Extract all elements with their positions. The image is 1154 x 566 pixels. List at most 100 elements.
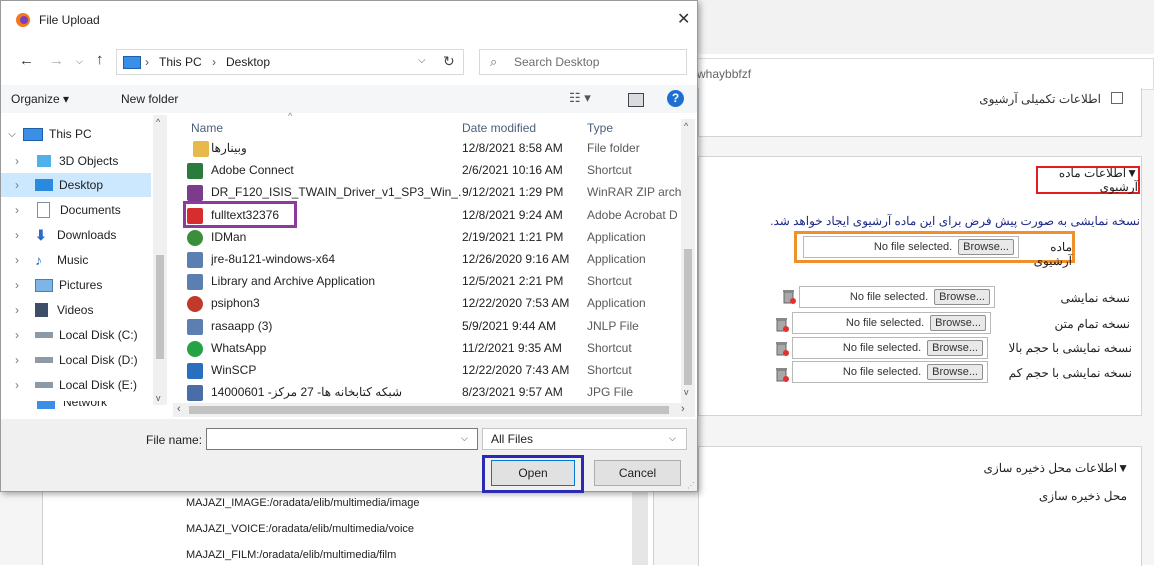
file-row[interactable]: rasaapp (3) 5/9/2021 9:44 AM JNLP File — [183, 316, 683, 338]
column-type[interactable]: Type — [587, 121, 613, 135]
archive-section-title[interactable]: ▼اطلاعات ماده آرشیوی — [1036, 166, 1140, 194]
chevron-up-icon[interactable]: ^ — [156, 117, 160, 127]
nav-scrollbar[interactable]: ^ v — [153, 115, 167, 405]
chevron-down-icon[interactable]: v — [684, 387, 689, 397]
chevron-right-icon[interactable]: › — [1, 154, 23, 168]
nav-label: Videos — [57, 303, 94, 317]
breadcrumb-this-pc[interactable]: This PC — [159, 55, 202, 69]
recent-chevron-icon[interactable]: ⌵ — [76, 56, 83, 67]
scrollbar-thumb[interactable] — [189, 406, 669, 414]
chevron-down-icon[interactable]: ⌵ — [669, 433, 676, 444]
delete-icon[interactable] — [775, 341, 789, 357]
archive-browse-button[interactable]: Browse... — [958, 239, 1014, 255]
toolbar — [1, 85, 697, 113]
display-file-input[interactable]: No file selected. Browse... — [799, 286, 995, 308]
close-icon[interactable]: ✕ — [677, 9, 690, 29]
fulltext-browse-button[interactable]: Browse... — [930, 315, 986, 331]
url-field[interactable]: whaybbfzf — [692, 58, 1154, 90]
file-name: WinSCP — [211, 363, 257, 377]
nav-label: Local Disk (D:) — [59, 353, 138, 367]
nav-item-3d-objects[interactable]: › 3D Objects — [1, 149, 151, 173]
list-item[interactable]: MAJAZI_FILM:/oradata/elib/multimedia/fil… — [186, 549, 396, 561]
chevron-down-icon[interactable]: ⌵ — [1, 129, 23, 140]
nav-item-network[interactable]: Network — [1, 401, 151, 411]
delete-icon[interactable] — [775, 367, 789, 383]
nav-item-desktop[interactable]: › Desktop — [1, 173, 151, 197]
file-row[interactable]: Adobe Connect 2/6/2021 10:16 AM Shortcut — [183, 160, 683, 182]
breadcrumb-desktop[interactable]: Desktop — [226, 55, 270, 69]
chevron-right-icon[interactable]: › — [1, 228, 23, 242]
refresh-icon[interactable]: ↻ — [443, 53, 455, 70]
chevron-right-icon[interactable]: › — [1, 178, 23, 192]
delete-icon[interactable] — [775, 317, 789, 333]
scrollbar-thumb[interactable] — [156, 255, 164, 359]
column-name[interactable]: Name — [191, 121, 223, 135]
list-item[interactable]: MAJAZI_VOICE:/oradata/elib/multimedia/vo… — [186, 523, 414, 535]
chevron-right-icon[interactable]: › — [1, 278, 23, 292]
nav-item-local-disk-e[interactable]: › Local Disk (E:) — [1, 373, 151, 397]
back-arrow-icon[interactable]: ← — [19, 52, 34, 69]
storage-list-scrollbar[interactable] — [632, 492, 648, 565]
file-row[interactable]: psiphon3 12/22/2020 7:53 AM Application — [183, 293, 683, 315]
file-row[interactable]: شبکه کتابخانه ها- 27 مرکز- 14000601 8/23/… — [183, 382, 683, 404]
open-button[interactable]: Open — [491, 460, 575, 486]
organize-button[interactable]: Organize ▾ — [11, 92, 69, 106]
nav-item-this-pc[interactable]: ⌵ This PC — [1, 122, 151, 146]
nav-item-videos[interactable]: › Videos — [1, 298, 151, 322]
storage-section-title[interactable]: ▼اطلاعات محل ذخیره سازی — [984, 461, 1130, 475]
nav-item-downloads[interactable]: › ⬇ Downloads — [1, 223, 151, 247]
file-row[interactable]: WinSCP 12/22/2020 7:43 AM Shortcut — [183, 360, 683, 382]
file-row[interactable]: WhatsApp 11/2/2021 9:35 AM Shortcut — [183, 338, 683, 360]
nav-item-documents[interactable]: › Documents — [1, 198, 151, 222]
chevron-right-icon[interactable]: › — [1, 253, 23, 267]
cancel-button[interactable]: Cancel — [594, 460, 681, 486]
high-volume-browse-button[interactable]: Browse... — [927, 340, 983, 356]
file-row[interactable]: وبینارها 12/8/2021 8:58 AM File folder — [183, 138, 683, 160]
address-bar[interactable]: › This PC › Desktop ⌵ ↻ — [116, 49, 464, 75]
chevron-right-icon[interactable]: › — [1, 303, 23, 317]
preview-pane-icon[interactable] — [628, 93, 644, 107]
column-date[interactable]: Date modified — [462, 121, 536, 135]
new-folder-button[interactable]: New folder — [121, 92, 178, 106]
low-volume-file-input[interactable]: No file selected. Browse... — [792, 361, 988, 383]
chevron-right-icon[interactable]: › — [1, 328, 23, 342]
nav-item-music[interactable]: › ♪ Music — [1, 248, 151, 272]
display-browse-button[interactable]: Browse... — [934, 289, 990, 305]
file-row[interactable]: jre-8u121-windows-x64 12/26/2020 9:16 AM A… — [183, 249, 683, 271]
search-placeholder: Search Desktop — [514, 55, 600, 69]
delete-icon[interactable] — [782, 289, 796, 305]
chevron-up-icon[interactable]: ^ — [684, 121, 688, 131]
supplementary-checkbox[interactable] — [1111, 92, 1123, 104]
chevron-right-icon[interactable]: › — [681, 403, 685, 415]
chevron-right-icon[interactable]: › — [1, 378, 23, 392]
image-file-icon — [187, 385, 203, 402]
chevron-right-icon[interactable]: › — [1, 353, 23, 367]
list-item[interactable]: MAJAZI_IMAGE:/oradata/elib/multimedia/im… — [186, 497, 420, 509]
nav-item-local-disk-d[interactable]: › Local Disk (D:) — [1, 348, 151, 372]
file-row[interactable]: Library and Archive Application 12/5/2021… — [183, 271, 683, 293]
file-row[interactable]: IDMan 2/19/2021 1:21 PM Application — [183, 227, 683, 249]
high-volume-file-input[interactable]: No file selected. Browse... — [792, 337, 988, 359]
resize-grip-icon[interactable]: ⋰ — [687, 481, 695, 490]
nav-item-local-disk-c[interactable]: › Local Disk (C:) — [1, 323, 151, 347]
view-options-icon[interactable]: ☷ ▾ — [569, 90, 591, 106]
file-list-scrollbar[interactable]: ^ v — [681, 119, 695, 403]
file-date: 12/22/2020 7:43 AM — [462, 363, 570, 377]
forward-arrow-icon[interactable]: → — [49, 52, 64, 69]
search-input[interactable]: ⌕ Search Desktop — [479, 49, 687, 75]
up-arrow-icon[interactable]: ↑ — [96, 51, 104, 68]
chevron-down-icon[interactable]: v — [156, 393, 161, 403]
nav-item-pictures[interactable]: › Pictures — [1, 273, 151, 297]
horizontal-scrollbar[interactable]: ‹ › — [173, 403, 695, 417]
low-volume-browse-button[interactable]: Browse... — [927, 364, 983, 380]
chevron-right-icon[interactable]: › — [1, 203, 23, 217]
fulltext-file-input[interactable]: No file selected. Browse... — [792, 312, 991, 334]
scrollbar-thumb[interactable] — [684, 249, 692, 385]
chevron-down-icon[interactable]: ⌵ — [461, 433, 468, 444]
chevron-left-icon[interactable]: ‹ — [177, 403, 181, 415]
help-icon[interactable]: ? — [667, 90, 684, 107]
chevron-down-icon[interactable]: ⌵ — [418, 55, 426, 66]
file-type-select[interactable]: All Files ⌵ — [482, 428, 687, 450]
archive-file-input[interactable]: No file selected. Browse... — [803, 236, 1019, 258]
file-name-input[interactable]: ⌵ — [206, 428, 478, 450]
